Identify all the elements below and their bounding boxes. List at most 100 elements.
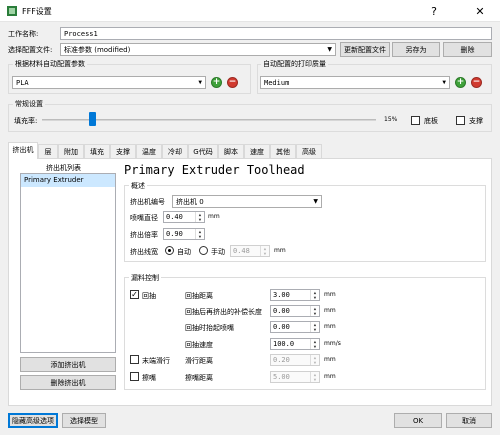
tab-additions[interactable]: 附加 [58,144,84,158]
extruder-index-value: 挤出机 0 [176,198,204,206]
wipe-distance-unit: mm [324,373,336,380]
width-auto-radio[interactable] [165,246,174,255]
raft-checkbox[interactable] [411,116,420,125]
add-extruder-button[interactable]: 添加挤出机 [20,357,116,372]
retraction-speed-unit: mm/s [324,340,341,347]
minus-icon: − [472,77,481,87]
ok-button[interactable]: OK [394,413,442,428]
nozzle-diameter-input[interactable]: 0.40 ▲ ▼ [163,211,205,223]
spinner-arrows-icon: ▲ ▼ [310,355,319,365]
extruder-list[interactable] [20,173,116,353]
process-name-label: 工作名称: [8,30,39,38]
close-button[interactable]: ✕ [466,0,494,22]
title-bar: FFF设置 ? ✕ [0,0,500,22]
quality-group-title: 自动配置的打印质量 [261,59,328,69]
wipe-distance-value: 5.00 [273,373,290,381]
select-models-button[interactable]: 选择模型 [62,413,106,428]
tab-support[interactable]: 支撑 [110,144,136,158]
nozzle-diameter-unit: mm [208,213,220,220]
spinner-arrows-icon[interactable]: ▲ ▼ [310,322,319,332]
nozzle-diameter-value: 0.40 [166,213,183,221]
retraction-lift-input[interactable]: 0.00 ▲ ▼ [270,321,320,333]
retraction-speed-label: 回抽速度 [185,341,213,349]
material-select-value: PLA [16,79,29,87]
update-profile-button[interactable]: 更新配置文件 [340,42,390,57]
tab-temperature[interactable]: 温度 [136,144,162,158]
tab-infill[interactable]: 填充 [84,144,110,158]
extrusion-multiplier-input[interactable]: 0.90 ▲ ▼ [163,228,205,240]
coast-checkbox[interactable] [130,355,139,364]
tab-speeds[interactable]: 速度 [244,144,270,158]
spinner-arrows-icon: ▲ ▼ [260,246,269,256]
remove-material-button[interactable]: − [227,77,238,88]
retraction-lift-label: 回抽时抬起喷嘴 [185,324,234,332]
quality-select[interactable]: Medium ▼ [260,76,450,89]
retraction-distance-unit: mm [324,291,336,298]
profile-select[interactable]: 标准参数 (modified) ▼ [60,43,336,56]
width-manual-radio[interactable] [199,246,208,255]
coast-distance-input[interactable]: 0.20 ▲ ▼ [270,354,320,366]
spinner-arrows-icon[interactable]: ▲ ▼ [310,306,319,316]
coast-distance-unit: mm [324,356,336,363]
window-title: FFF设置 [22,7,52,16]
infill-label: 填充率: [14,117,38,125]
spinner-arrows-icon[interactable]: ▲ ▼ [195,212,204,222]
spinner-arrows-icon[interactable]: ▲ ▼ [195,229,204,239]
coast-label: 末端滑行 [142,357,170,365]
extra-restart-value: 0.00 [273,307,290,315]
add-material-button[interactable]: + [211,77,222,88]
coast-distance-value: 0.20 [273,356,290,364]
process-name-input[interactable]: Process1 [60,27,492,40]
quality-select-value: Medium [264,79,290,87]
tab-layer[interactable]: 层 [38,144,58,158]
chevron-down-icon: ▼ [313,198,318,205]
tab-extruder[interactable]: 挤出机 [8,142,38,159]
infill-value: 15% [384,116,398,123]
coast-distance-label: 滑行距离 [185,357,213,365]
retraction-speed-value: 100.0 [273,340,295,348]
tab-advanced[interactable]: 高级 [296,144,322,158]
wipe-distance-label: 擦嘴距离 [185,374,213,382]
list-item[interactable]: Primary Extruder [21,174,115,187]
help-button[interactable]: ? [420,0,448,22]
retraction-distance-input[interactable]: 3.00 ▲ ▼ [270,289,320,301]
retraction-checkbox[interactable]: ✓ [130,290,139,299]
raft-label: 底板 [424,117,438,125]
support-checkbox[interactable] [456,116,465,125]
hide-advanced-button[interactable]: 隐藏高级选项 [8,413,58,428]
wipe-label: 擦嘴 [142,374,156,382]
cancel-button[interactable]: 取消 [446,413,492,428]
retraction-speed-input[interactable]: 100.0 ▲ ▼ [270,338,320,350]
extruder-list-title: 挤出机列表 [46,164,81,172]
extra-restart-input[interactable]: 0.00 ▲ ▼ [270,305,320,317]
delete-profile-button[interactable]: 删除 [443,42,492,57]
extra-restart-unit: mm [324,307,336,314]
retraction-distance-value: 3.00 [273,291,290,299]
tab-scripts[interactable]: 脚本 [218,144,244,158]
extrusion-width-value: 0.48 [233,247,250,255]
retraction-lift-value: 0.00 [273,323,290,331]
material-select[interactable]: PLA ▼ [12,76,206,89]
tab-other[interactable]: 其他 [270,144,296,158]
wipe-checkbox[interactable] [130,372,139,381]
width-auto-label: 自动 [177,248,191,256]
profile-label: 选择配置文件: [8,46,53,54]
spinner-arrows-icon[interactable]: ▲ ▼ [310,339,319,349]
checkmark-icon: ✓ [131,290,138,299]
minus-icon: − [228,77,237,87]
remove-extruder-button[interactable]: 删除挤出机 [20,375,116,390]
extrusion-width-label: 挤出线宽 [130,248,158,256]
spinner-arrows-icon[interactable]: ▲ ▼ [310,290,319,300]
tab-cooling[interactable]: 冷却 [162,144,188,158]
wipe-distance-input[interactable]: 5.00 ▲ ▼ [270,371,320,383]
retraction-distance-label: 回抽距离 [185,292,213,300]
extrusion-width-input[interactable]: 0.48 ▲ ▼ [230,245,270,257]
save-as-button[interactable]: 另存为 [392,42,440,57]
tab-gcode[interactable]: G代码 [188,144,218,158]
extruder-index-select[interactable]: 挤出机 0 ▼ [172,195,322,208]
retraction-lift-unit: mm [324,323,336,330]
infill-slider-thumb[interactable] [89,112,97,126]
add-quality-button[interactable]: + [455,77,466,88]
chevron-down-icon: ▼ [442,79,446,86]
remove-quality-button[interactable]: − [471,77,482,88]
